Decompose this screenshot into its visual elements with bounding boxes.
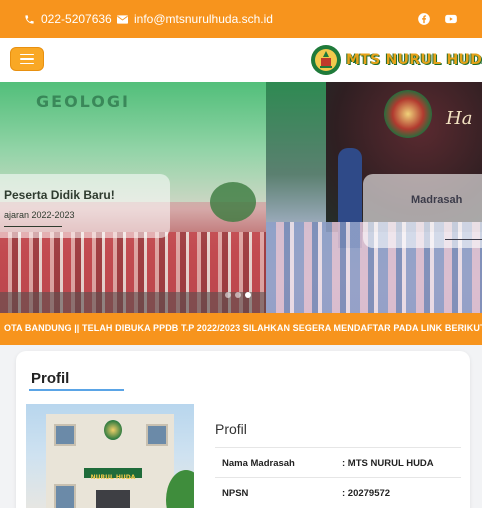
hamburger-icon-line xyxy=(20,58,34,60)
madrasah-logo-icon xyxy=(311,45,341,75)
menu-toggle-button[interactable] xyxy=(10,47,44,71)
building-sign: NURUL HUDA xyxy=(84,468,142,481)
slider-dot[interactable] xyxy=(225,292,231,298)
phone-number: 022-5207636 xyxy=(41,12,112,26)
announcement-ticker: OTA BANDUNG || TELAH DIBUKA PPDB T.P 202… xyxy=(0,313,482,345)
envelope-icon xyxy=(117,14,128,24)
ticker-text[interactable]: OTA BANDUNG || TELAH DIBUKA PPDB T.P 202… xyxy=(4,323,482,333)
school-building-photo: NURUL HUDA xyxy=(26,404,194,508)
building-sign: GEOLOGI xyxy=(36,92,130,111)
caption-divider xyxy=(445,239,482,240)
hero-slider[interactable]: GEOLOGI Ha Peserta Didik Baru! ajaran 20… xyxy=(0,82,482,313)
door xyxy=(96,490,130,508)
hamburger-icon-line xyxy=(20,62,34,65)
backdrop-text: Ha xyxy=(446,108,473,129)
main-navbar: MTS NURUL HUDA xyxy=(0,38,482,82)
table-row: NPSN : 20279572 xyxy=(215,477,461,507)
phone-contact[interactable]: 022-5207636 xyxy=(24,12,112,26)
row-label: Nama Madrasah xyxy=(222,458,295,469)
profile-table: Nama Madrasah : MTS NURUL HUDA NPSN : 20… xyxy=(215,447,461,507)
phone-icon xyxy=(25,14,34,24)
crest-icon xyxy=(104,420,122,440)
row-value: : MTS NURUL HUDA xyxy=(342,458,434,469)
sign-text: NURUL HUDA xyxy=(91,474,136,481)
slider-dot[interactable] xyxy=(235,292,241,298)
facebook-icon[interactable] xyxy=(417,12,431,26)
site-brand[interactable]: MTS NURUL HUDA xyxy=(310,44,482,76)
table-row: Nama Madrasah : MTS NURUL HUDA xyxy=(215,447,461,477)
row-value: : 20279572 xyxy=(342,488,391,499)
tree xyxy=(210,182,256,222)
slide-caption: Peserta Didik Baru! ajaran 2022-2023 xyxy=(0,174,170,238)
profile-card: Profil NURUL HUDA Profil Nama Madrasah :… xyxy=(16,351,470,508)
slide-caption-title: Peserta Didik Baru! xyxy=(4,188,115,202)
slide-caption: Madrasah xyxy=(363,174,482,248)
window xyxy=(146,424,168,446)
slider-indicators xyxy=(225,292,251,298)
slider-dot-active[interactable] xyxy=(245,292,251,298)
emblem-icon xyxy=(384,90,432,138)
youtube-icon[interactable] xyxy=(444,12,458,26)
email-address: info@mtsnurulhuda.sch.id xyxy=(134,12,273,26)
window xyxy=(54,424,76,446)
email-contact[interactable]: info@mtsnurulhuda.sch.id xyxy=(117,12,273,26)
hamburger-icon-line xyxy=(20,53,34,56)
profile-detail-title: Profil xyxy=(215,421,247,437)
slide-caption-subtitle: ajaran 2022-2023 xyxy=(4,210,75,220)
slide-caption-title: Madrasah xyxy=(411,194,463,206)
section-title-underline xyxy=(29,389,124,391)
section-title: Profil xyxy=(31,370,70,387)
top-contact-bar: 022-5207636 info@mtsnurulhuda.sch.id xyxy=(0,0,482,38)
caption-divider xyxy=(4,226,62,227)
brand-name: MTS NURUL HUDA xyxy=(346,52,482,68)
sign-lettering: NURUL HUDA xyxy=(91,474,136,481)
window xyxy=(54,484,76,508)
row-label: NPSN xyxy=(222,488,249,499)
